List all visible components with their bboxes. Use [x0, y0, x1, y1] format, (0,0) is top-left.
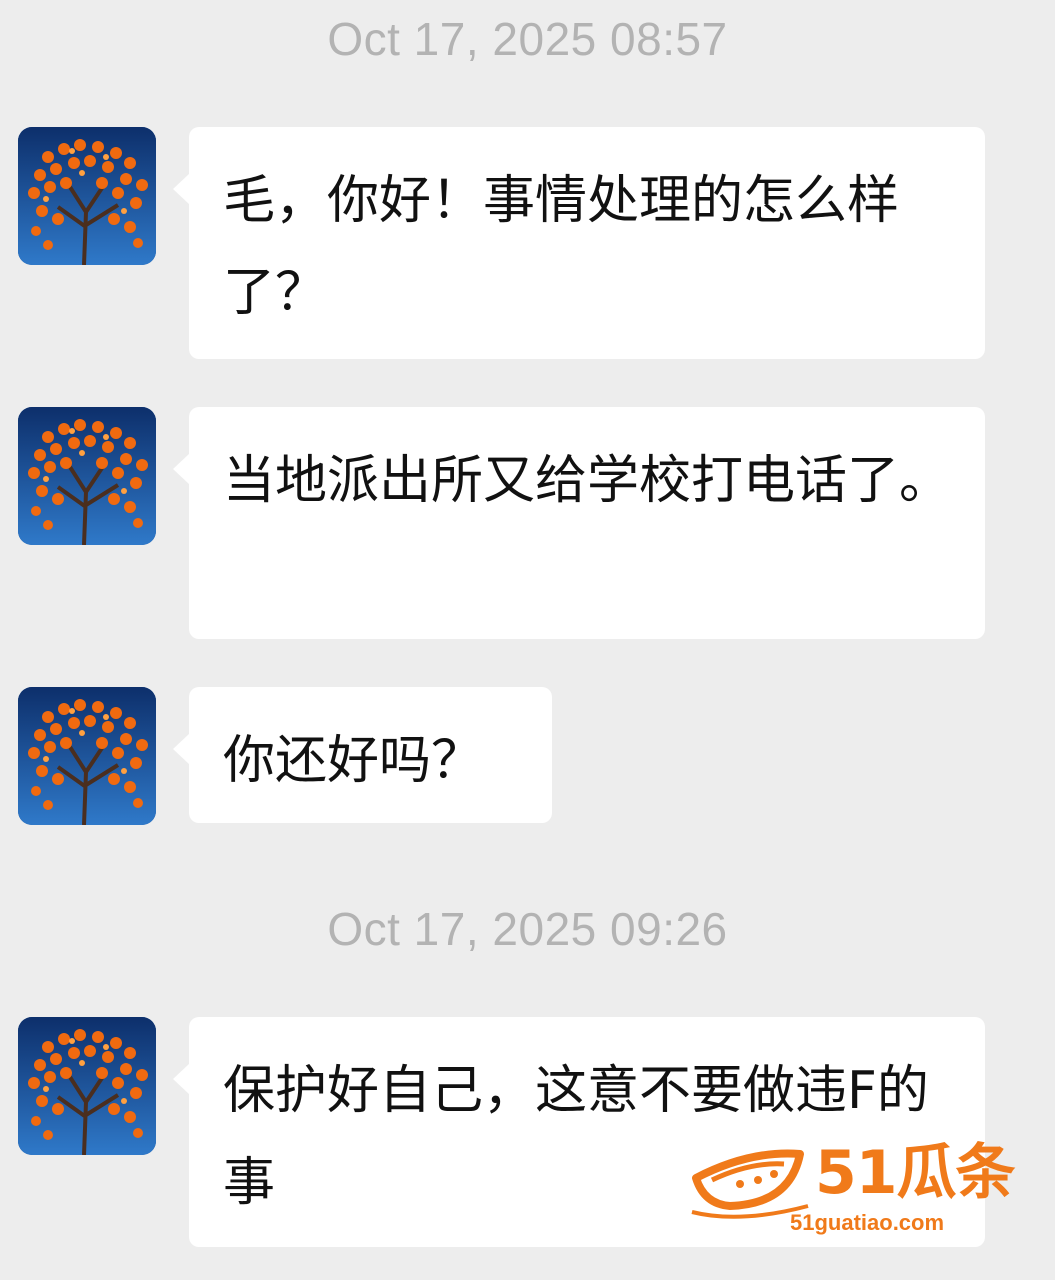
watermark-brand: 51瓜条 [815, 1138, 1015, 1208]
persimmon-tree-avatar-icon [18, 407, 156, 545]
contact-avatar[interactable] [18, 687, 156, 825]
persimmon-tree-avatar-icon [18, 1017, 156, 1155]
contact-avatar[interactable] [18, 127, 156, 265]
message-bubble[interactable]: 当地派出所又给学校打电话了。 [173, 407, 985, 639]
message-bubble[interactable]: 你还好吗？ [173, 687, 552, 823]
persimmon-tree-avatar-icon [18, 127, 156, 265]
timestamp: Oct 17, 2025 09:26 [327, 903, 728, 955]
message-bubble[interactable]: 毛，你好！事情处理的怎么样了？ [173, 127, 985, 359]
contact-avatar[interactable] [18, 407, 156, 545]
watermark: 51瓜条 51guatiao.com [690, 1138, 1020, 1238]
watermark-url: 51guatiao.com [790, 1210, 945, 1235]
contact-avatar[interactable] [18, 1017, 156, 1155]
timestamp: Oct 17, 2025 08:57 [327, 13, 728, 65]
persimmon-tree-avatar-icon [18, 687, 156, 825]
